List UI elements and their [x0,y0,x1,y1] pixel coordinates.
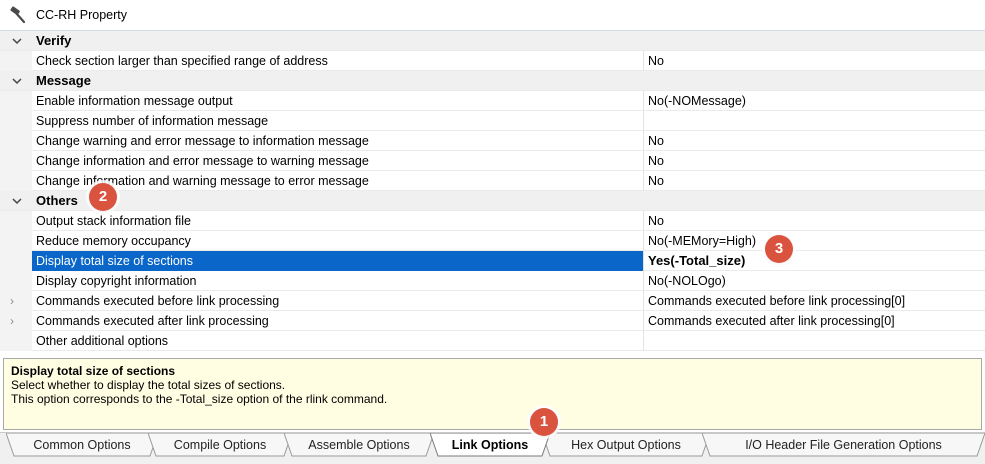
hammer-icon [8,5,28,25]
property-row[interactable]: Enable information message output No(-NO… [0,91,985,111]
property-row[interactable]: Output stack information file No [0,211,985,231]
property-value[interactable]: No(-NOLOgo) [648,271,726,291]
property-value[interactable]: No(-NOMessage) [648,91,746,111]
property-value[interactable]: No [648,51,664,71]
property-value[interactable]: No [648,151,664,171]
category-label: Verify [36,33,72,48]
property-name: Other additional options [36,334,169,348]
description-panel: Display total size of sections Select wh… [3,358,982,430]
property-row-selected[interactable]: Display total size of sections Yes(-Tota… [0,251,985,271]
tab-assemble-options[interactable]: Assemble Options [284,433,434,457]
property-name: Commands executed before link processing [36,294,280,308]
description-line: This option corresponds to the -Total_si… [11,392,388,406]
property-row[interactable]: › Commands executed before link processi… [0,291,985,311]
expand-icon[interactable]: › [10,291,14,311]
collapse-icon[interactable] [11,35,23,47]
property-row[interactable]: Other additional options [0,331,985,351]
callout-badge-2: 2 [89,183,117,211]
collapse-icon[interactable] [11,195,23,207]
property-value[interactable]: No(-MEMory=High) [648,231,756,251]
category-others[interactable]: Others [0,191,985,211]
property-name: Display total size of sections [32,251,643,271]
tab-link-options-active[interactable]: Link Options [430,433,550,457]
category-label: Message [36,73,91,88]
property-row[interactable]: Change warning and error message to info… [0,131,985,151]
property-name: Change information and error message to … [36,154,369,168]
property-name: Suppress number of information message [36,114,269,128]
property-row[interactable]: › Commands executed after link processin… [0,311,985,331]
collapse-icon[interactable] [11,75,23,87]
callout-badge-3: 3 [765,235,793,263]
property-row[interactable]: Display copyright information No(-NOLOgo… [0,271,985,291]
property-name: Reduce memory occupancy [36,234,191,248]
property-name: Commands executed after link processing [36,314,269,328]
property-row[interactable]: Reduce memory occupancy No(-MEMory=High) [0,231,985,251]
property-grid[interactable]: Verify Check section larger than specifi… [0,31,985,351]
tab-hex-output-options[interactable]: Hex Output Options [542,433,710,457]
property-value[interactable]: No [648,171,664,191]
tab-io-header-options[interactable]: I/O Header File Generation Options [702,433,985,457]
property-name: Display copyright information [36,274,197,288]
property-row[interactable]: Change information and warning message t… [0,171,985,191]
property-name: Change warning and error message to info… [36,134,369,148]
property-value[interactable]: No [648,131,664,151]
property-name: Output stack information file [36,214,191,228]
description-title: Display total size of sections [11,364,176,378]
property-name: Enable information message output [36,94,233,108]
property-row[interactable]: Suppress number of information message [0,111,985,131]
expand-icon[interactable]: › [10,311,14,331]
category-message[interactable]: Message [0,71,985,91]
property-value[interactable]: Commands executed before link processing… [648,291,905,311]
category-label: Others [36,193,78,208]
property-name: Check section larger than specified rang… [36,54,328,68]
property-value[interactable]: Commands executed after link processing[… [648,311,895,331]
category-verify[interactable]: Verify [0,31,985,51]
property-row[interactable]: Change information and error message to … [0,151,985,171]
title-bar: CC-RH Property [0,0,985,31]
property-value[interactable]: No [648,211,664,231]
description-line: Select whether to display the total size… [11,378,286,392]
property-row[interactable]: Check section larger than specified rang… [0,51,985,71]
tab-common-options[interactable]: Common Options [6,433,158,457]
property-name: Change information and warning message t… [36,174,369,188]
window-title: CC-RH Property [36,8,127,22]
callout-badge-1: 1 [530,408,558,436]
tab-strip: Common Options Compile Options Assemble … [0,432,985,464]
tab-compile-options[interactable]: Compile Options [148,433,292,457]
property-value[interactable]: Yes(-Total_size) [648,251,745,271]
